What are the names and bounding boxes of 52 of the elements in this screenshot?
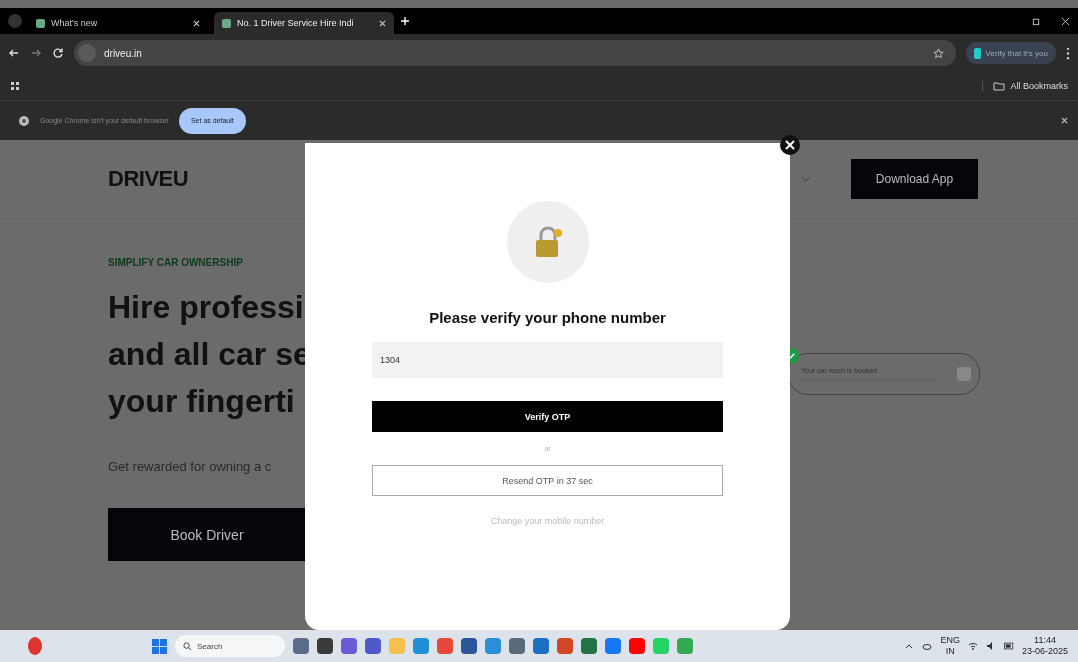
chevron-down-icon[interactable]	[801, 176, 811, 182]
hero-subtext: Get rewarded for owning a c	[108, 459, 272, 474]
app-icon[interactable]	[341, 638, 357, 654]
language-indicator[interactable]: ENG IN	[940, 635, 960, 657]
resend-otp-button[interactable]: Resend OTP in 37 sec	[372, 465, 723, 496]
bookmarks-folder[interactable]: All Bookmarks	[982, 81, 1068, 91]
folder-icon	[993, 81, 1006, 91]
star-icon[interactable]	[932, 47, 944, 59]
browser-tab[interactable]: No. 1 Driver Service Hire Indi	[214, 12, 394, 34]
tagline: SIMPLIFY CAR OWNERSHIP	[108, 257, 243, 268]
close-icon[interactable]	[193, 19, 200, 27]
app-icon[interactable]	[461, 638, 477, 654]
chrome-logo-icon	[18, 114, 30, 127]
favicon-icon	[36, 18, 45, 28]
book-driver-button[interactable]: Book Driver	[108, 508, 306, 561]
dialog-title: Please verify your phone number	[429, 309, 666, 326]
download-app-button[interactable]: Download App	[851, 159, 978, 199]
browser-tab[interactable]: What's new	[28, 12, 208, 34]
restore-icon[interactable]	[1032, 16, 1041, 26]
app-icon[interactable]	[533, 638, 549, 654]
battery-icon[interactable]	[1003, 641, 1014, 651]
wifi-icon[interactable]	[967, 641, 978, 651]
close-icon[interactable]	[780, 135, 800, 155]
reload-icon[interactable]	[52, 47, 64, 59]
profile-chip[interactable]: Verify that it's you	[965, 42, 1056, 64]
app-icon[interactable]	[557, 638, 573, 654]
new-tab-icon[interactable]	[400, 16, 410, 26]
app-icon[interactable]	[317, 638, 333, 654]
headline-line: Hire professi	[108, 288, 305, 327]
back-icon[interactable]	[8, 47, 20, 59]
taskbar-search[interactable]: Search	[175, 635, 285, 657]
headline-line: your fingerti	[108, 382, 296, 421]
logo[interactable]: DRIVEU	[108, 166, 189, 192]
search-icon	[183, 641, 192, 651]
app-icon[interactable]	[293, 638, 309, 654]
close-icon[interactable]	[1061, 16, 1070, 26]
close-icon[interactable]	[379, 19, 386, 27]
app-icon[interactable]	[605, 638, 621, 654]
clock[interactable]: 11:44 23-06-2025	[1021, 635, 1068, 657]
otp-input[interactable]: 1304	[372, 342, 723, 378]
address-bar[interactable]: driveu.in	[74, 40, 956, 66]
app-icon[interactable]	[581, 638, 597, 654]
close-icon[interactable]	[1061, 117, 1068, 124]
menu-icon[interactable]	[1066, 46, 1070, 60]
apps-grid-icon[interactable]	[10, 81, 20, 91]
verify-otp-button[interactable]: Verify OTP	[372, 401, 723, 432]
forward-icon[interactable]	[30, 47, 42, 59]
app-icon[interactable]	[365, 638, 381, 654]
windows-logo-icon[interactable]	[152, 638, 167, 654]
favicon-icon	[222, 18, 231, 28]
avatar-icon	[973, 47, 981, 59]
app-icon[interactable]	[509, 638, 525, 654]
